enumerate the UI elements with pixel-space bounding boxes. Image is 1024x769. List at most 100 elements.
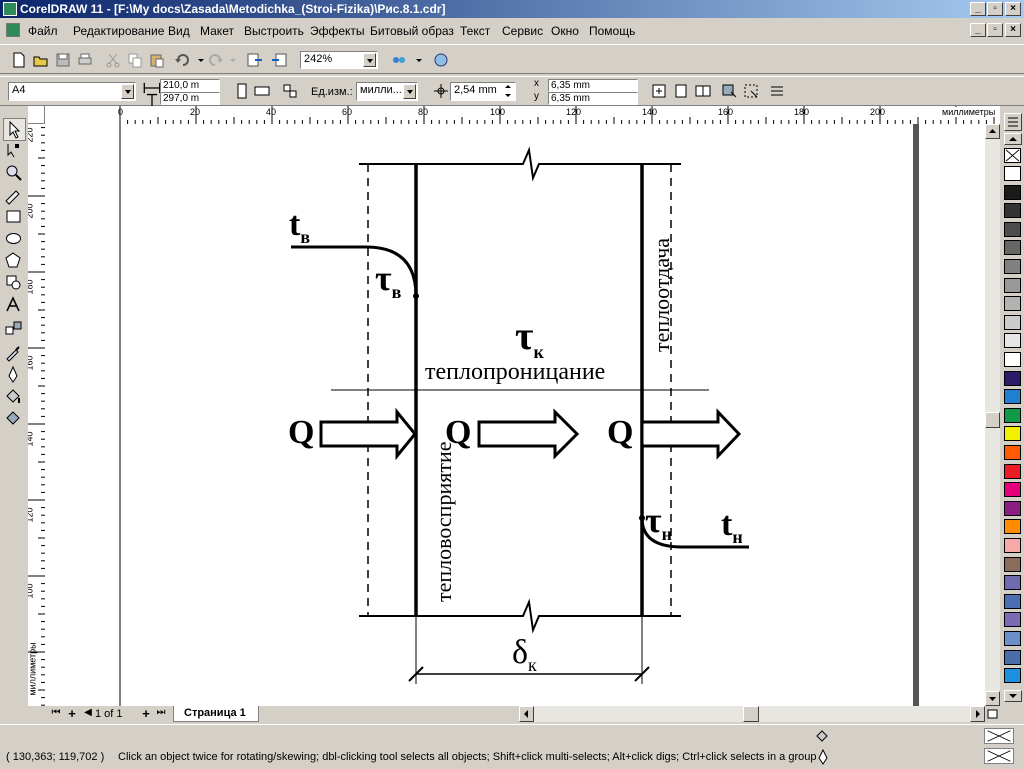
- facing-pages-icon[interactable]: [694, 82, 712, 100]
- zoom-level-select[interactable]: 242%: [300, 51, 378, 69]
- cut-icon[interactable]: [104, 51, 122, 69]
- nudge-spinner[interactable]: [502, 83, 514, 99]
- doc-close-button[interactable]: ×: [1005, 23, 1021, 37]
- print-icon[interactable]: [76, 51, 94, 69]
- scroll-left-button[interactable]: [519, 706, 534, 722]
- color-swatch[interactable]: [1004, 612, 1021, 628]
- new-document-icon[interactable]: [10, 51, 28, 69]
- outline-pen-status-icon[interactable]: [816, 748, 830, 766]
- color-swatch[interactable]: [1004, 240, 1021, 256]
- undo-dropdown-icon[interactable]: [192, 51, 204, 69]
- color-swatch[interactable]: [1004, 649, 1021, 665]
- doc-minimize-button[interactable]: _: [970, 23, 986, 37]
- units-select[interactable]: милли...: [356, 82, 418, 101]
- menu-text[interactable]: Текст: [460, 24, 490, 38]
- outline-tool-icon[interactable]: [3, 364, 24, 385]
- eyedropper-tool-icon[interactable]: [3, 342, 24, 363]
- interactive-fill-tool-icon[interactable]: [3, 408, 24, 429]
- navigator-corner-icon[interactable]: [985, 706, 1000, 722]
- open-icon[interactable]: [32, 51, 50, 69]
- page-tab-1[interactable]: Страница 1: [173, 706, 259, 722]
- export-icon[interactable]: [270, 51, 288, 69]
- corel-online-icon[interactable]: [432, 51, 450, 69]
- color-swatch[interactable]: [1004, 166, 1021, 181]
- menu-bitmaps[interactable]: Битовый образ: [370, 24, 454, 38]
- paper-width-input[interactable]: 210,0 m: [160, 79, 220, 92]
- landscape-icon[interactable]: [253, 82, 271, 100]
- color-swatch[interactable]: [1004, 277, 1021, 293]
- palette-scroll-up[interactable]: [1004, 133, 1022, 145]
- vertical-scroll-thumb[interactable]: [985, 412, 1000, 428]
- color-swatch[interactable]: [1004, 463, 1021, 479]
- horizontal-scrollbar[interactable]: [519, 706, 985, 722]
- save-icon[interactable]: [54, 51, 72, 69]
- color-swatch[interactable]: [1004, 445, 1021, 460]
- paste-icon[interactable]: [148, 51, 166, 69]
- menu-view[interactable]: Вид: [168, 24, 190, 38]
- color-swatch[interactable]: [1004, 259, 1021, 274]
- close-button[interactable]: ×: [1005, 2, 1021, 16]
- redo-dropdown-icon[interactable]: [224, 51, 236, 69]
- color-swatch[interactable]: [1004, 593, 1021, 609]
- add-page-before-icon[interactable]: +: [65, 706, 79, 721]
- fill-status-icon[interactable]: [814, 728, 832, 744]
- import-icon[interactable]: [246, 51, 264, 69]
- pick-tool-icon[interactable]: [3, 118, 26, 141]
- color-swatch[interactable]: [1004, 221, 1021, 237]
- scroll-down-button[interactable]: [985, 691, 1000, 706]
- horizontal-scroll-thumb[interactable]: [743, 706, 759, 722]
- previous-page-icon[interactable]: ◀: [81, 707, 95, 721]
- ellipse-tool-icon[interactable]: [3, 228, 24, 249]
- interactive-blend-tool-icon[interactable]: [3, 318, 24, 339]
- fill-swatch-none[interactable]: [984, 728, 1014, 744]
- color-swatch[interactable]: [1004, 389, 1021, 405]
- freehand-tool-icon[interactable]: [3, 184, 24, 205]
- color-swatch[interactable]: [1004, 184, 1021, 200]
- basic-shapes-tool-icon[interactable]: [3, 272, 24, 293]
- drawing-canvas[interactable]: tв τв τк теплопроницание Q Q Q тепловосп…: [45, 124, 1000, 706]
- doc-restore-button[interactable]: ▫: [987, 23, 1003, 37]
- title-bar[interactable]: CorelDRAW 11 - [F:\My docs\Zasada\Metodi…: [0, 0, 1024, 18]
- portrait-icon[interactable]: [233, 82, 251, 100]
- color-swatch[interactable]: [1004, 538, 1021, 553]
- draw-selection-icon[interactable]: [742, 82, 760, 100]
- paper-height-input[interactable]: 297,0 m: [160, 92, 220, 105]
- color-swatch[interactable]: [1004, 352, 1021, 367]
- menu-file[interactable]: Файл: [28, 24, 58, 38]
- color-swatch[interactable]: [1004, 370, 1021, 386]
- options-icon[interactable]: [768, 82, 786, 100]
- page-layout-icon[interactable]: [281, 82, 299, 100]
- color-swatch[interactable]: [1004, 296, 1021, 312]
- menu-tools[interactable]: Сервис: [502, 24, 543, 38]
- color-swatch[interactable]: [1004, 203, 1021, 219]
- shape-tool-icon[interactable]: [3, 140, 24, 161]
- horizontal-ruler[interactable]: 0 20 40 60 80 100 120 140 160 180 200 ми…: [45, 106, 1000, 125]
- color-swatch[interactable]: [1004, 631, 1021, 646]
- palette-scroll-down[interactable]: [1004, 690, 1022, 702]
- chevron-down-icon[interactable]: [363, 53, 376, 67]
- outline-swatch-none[interactable]: [984, 748, 1014, 764]
- vertical-ruler[interactable]: 220 200 180 160 140 120 100 миллиметры: [28, 124, 46, 706]
- text-tool-icon[interactable]: [3, 294, 24, 315]
- vertical-scrollbar[interactable]: [985, 124, 1000, 706]
- menu-window[interactable]: Окно: [551, 24, 579, 38]
- treat-as-filled-icon[interactable]: [720, 82, 738, 100]
- menu-layout[interactable]: Макет: [200, 24, 234, 38]
- color-swatch[interactable]: [1004, 482, 1021, 498]
- color-swatch[interactable]: [1004, 407, 1021, 423]
- nudge-offset-input[interactable]: 2,54 mm: [450, 82, 516, 101]
- color-swatch[interactable]: [1004, 556, 1021, 572]
- color-swatch[interactable]: [1004, 519, 1021, 535]
- color-swatch[interactable]: [1004, 575, 1021, 591]
- paper-type-select[interactable]: A4: [8, 82, 136, 101]
- menu-edit[interactable]: Редактирование: [73, 24, 164, 38]
- color-swatch[interactable]: [1004, 333, 1021, 349]
- app-icon[interactable]: [3, 2, 17, 16]
- duplicate-y-input[interactable]: 6,35 mm: [548, 92, 638, 105]
- no-color-swatch[interactable]: [1004, 148, 1021, 163]
- duplicate-x-input[interactable]: 6,35 mm: [548, 79, 638, 92]
- chevron-down-icon[interactable]: [121, 84, 134, 99]
- all-pages-icon[interactable]: [650, 82, 668, 100]
- application-launcher-icon[interactable]: [390, 51, 408, 69]
- scroll-right-button[interactable]: [970, 706, 985, 722]
